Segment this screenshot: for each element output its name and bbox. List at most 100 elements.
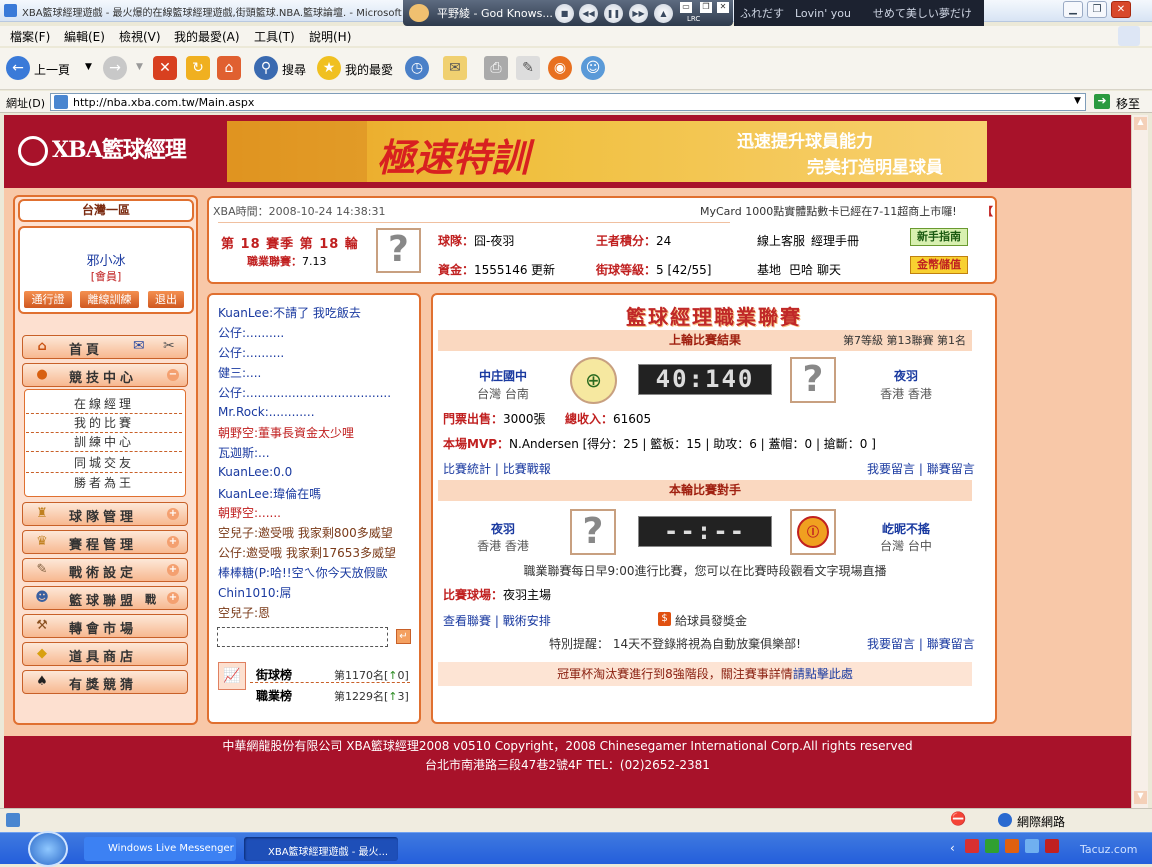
passport-button[interactable]: 通行證	[23, 290, 73, 309]
bahamut-link[interactable]: 巴哈	[789, 261, 813, 278]
nav-shop[interactable]: ◆ 道具商店	[22, 642, 188, 666]
expand-icon[interactable]: +	[167, 592, 179, 604]
nav-league[interactable]: ☻ 籃球聯盟 戰 +	[22, 586, 188, 610]
forward-icon[interactable]: →	[103, 56, 127, 80]
player-restore-icon[interactable]: ❐	[700, 2, 712, 13]
player-close-icon[interactable]: ✕	[717, 2, 729, 13]
player-bonus-link[interactable]: 給球員發獎金	[675, 612, 747, 629]
go-button[interactable]: 移至	[1116, 95, 1140, 112]
match-report-link[interactable]: 比賽戰報	[503, 462, 551, 476]
stop-icon[interactable]: ■	[555, 4, 574, 23]
match-stats-link[interactable]: 比賽統計	[443, 462, 491, 476]
forward-dropdown-icon[interactable]: ▼	[136, 62, 143, 72]
mail-icon[interactable]: ✉	[443, 56, 467, 80]
sub-local-friends[interactable]: 同城交友	[26, 454, 182, 473]
tray-antivirus-icon[interactable]	[1045, 839, 1059, 853]
menu-help[interactable]: 說明(H)	[309, 28, 351, 45]
menu-file[interactable]: 檔案(F)	[10, 28, 50, 45]
menu-edit[interactable]: 編輯(E)	[64, 28, 105, 45]
sub-winner[interactable]: 勝者為王	[26, 474, 182, 493]
start-button[interactable]	[28, 831, 68, 867]
leave-message-link[interactable]: 我要留言	[867, 462, 915, 476]
chat-sender[interactable]: 瓦迦斯	[218, 446, 254, 460]
chat-sender[interactable]: Chin1010	[218, 586, 275, 600]
chat-sender[interactable]: 朝野空	[218, 506, 254, 520]
minimize-button[interactable]: ▁	[1063, 1, 1083, 18]
chat-sender[interactable]: KuanLee	[218, 465, 269, 479]
update-link[interactable]: 更新	[531, 261, 555, 278]
expand-icon[interactable]: +	[167, 508, 179, 520]
chat-sender[interactable]: 棒棒糖	[218, 566, 254, 580]
search-icon[interactable]: ⚲	[254, 56, 278, 80]
search-label[interactable]: 搜尋	[282, 61, 306, 78]
nav-lottery[interactable]: ♠ 有獎競猜	[22, 670, 188, 694]
chat-send-icon[interactable]: ↵	[396, 629, 411, 644]
away-team-name[interactable]: 夜羽	[846, 367, 966, 384]
favorites-icon[interactable]: ★	[317, 56, 341, 80]
back-dropdown-icon[interactable]: ▼	[85, 62, 92, 72]
home-team-name[interactable]: 中庄國中	[438, 367, 568, 384]
view-league-link[interactable]: 查看聯賽	[443, 614, 491, 628]
sub-training-center[interactable]: 訓練中心	[26, 433, 182, 452]
nav-home[interactable]: ⌂ 首頁 ✉ ✂	[22, 335, 188, 359]
messenger-icon[interactable]: ☺	[581, 56, 605, 80]
next-home-emblem[interactable]: ?	[570, 509, 616, 555]
nav-team[interactable]: ♜ 球隊管理 +	[22, 502, 188, 526]
history-icon[interactable]: ◷	[405, 56, 429, 80]
nav-transfer[interactable]: ⚒ 轉會市場	[22, 614, 188, 638]
player-minimize-icon[interactable]: ▭	[680, 2, 692, 13]
chat-sender[interactable]: 公仔	[218, 326, 242, 340]
logout-button[interactable]: 退出	[147, 290, 185, 309]
menu-favorites[interactable]: 我的最愛(A)	[174, 28, 240, 45]
chat-sender[interactable]: 公仔	[218, 546, 242, 560]
chat-sender[interactable]: 健三	[218, 366, 242, 380]
leave-message-link-2[interactable]: 我要留言	[867, 637, 915, 651]
site-logo[interactable]: XBA籃球經理	[18, 132, 187, 166]
stop-load-icon[interactable]: ✕	[153, 56, 177, 80]
maximize-button[interactable]: ❐	[1087, 1, 1107, 18]
vertical-scrollbar[interactable]: ▲ ▼	[1131, 115, 1148, 808]
scroll-down-icon[interactable]: ▼	[1134, 791, 1147, 804]
username[interactable]: 邪小冰	[18, 250, 194, 269]
next-away-team[interactable]: 屹昵不搖	[846, 520, 966, 537]
home-browser-icon[interactable]: ⌂	[217, 56, 241, 80]
chat-sender[interactable]: Mr.Rock	[218, 405, 265, 419]
pause-icon[interactable]: ❚❚	[604, 4, 623, 23]
tactics-link[interactable]: 戰術安排	[503, 614, 551, 628]
go-arrow-icon[interactable]: ➜	[1094, 94, 1110, 109]
mail-inbox-icon[interactable]: ✉	[133, 338, 145, 354]
edit-icon[interactable]: ✎	[516, 56, 540, 80]
chat-sender[interactable]: 朝野空	[218, 426, 254, 440]
nav-schedule[interactable]: ♛ 賽程管理 +	[22, 530, 188, 554]
next-home-team[interactable]: 夜羽	[438, 520, 568, 537]
research-icon[interactable]: ◉	[548, 56, 572, 80]
print-icon[interactable]: ⎙	[484, 56, 508, 80]
scroll-up-icon[interactable]: ▲	[1134, 117, 1147, 130]
tray-network-icon[interactable]	[1025, 839, 1039, 853]
chat-sender[interactable]: 公仔	[218, 346, 242, 360]
media-player[interactable]: 平野綾 - God Knows... ■ ◀◀ ❚❚ ▶▶ ▲ ▭ ❐ ✕ LR…	[403, 0, 733, 26]
offline-training-button[interactable]: 離線訓練	[79, 290, 140, 309]
manual-link[interactable]: 經理手冊	[811, 232, 859, 249]
taskbar-messenger[interactable]: Windows Live Messenger	[84, 837, 236, 861]
marquee-news[interactable]: MyCard 1000點實體點數卡已經在7-11超商上市囉!	[700, 203, 957, 219]
menu-tools[interactable]: 工具(T)	[254, 28, 295, 45]
chat-sender[interactable]: KuanLee	[218, 306, 269, 320]
back-icon[interactable]: ←	[6, 56, 30, 80]
tray-expand-icon[interactable]: ‹	[950, 841, 955, 855]
expand-icon[interactable]: +	[167, 536, 179, 548]
tools-icon[interactable]: ✂	[163, 338, 175, 354]
newbie-guide-button[interactable]: 新手指南	[910, 228, 968, 246]
chat-sender[interactable]: KuanLee	[218, 487, 269, 501]
last-score[interactable]: 40:140	[638, 364, 772, 395]
league-message-link-2[interactable]: 聯賽留言	[927, 637, 975, 651]
close-button[interactable]: ✕	[1111, 1, 1131, 18]
favorites-label[interactable]: 我的最愛	[345, 61, 393, 78]
refresh-icon[interactable]: ↻	[186, 56, 210, 80]
prev-icon[interactable]: ◀◀	[579, 4, 598, 23]
tray-shield-icon[interactable]	[985, 839, 999, 853]
chat-input[interactable]	[217, 627, 388, 647]
sub-my-matches[interactable]: 我的比賽	[26, 414, 182, 433]
tray-app-icon[interactable]	[965, 839, 979, 853]
popup-blocker-icon[interactable]: ⛔	[950, 812, 966, 827]
